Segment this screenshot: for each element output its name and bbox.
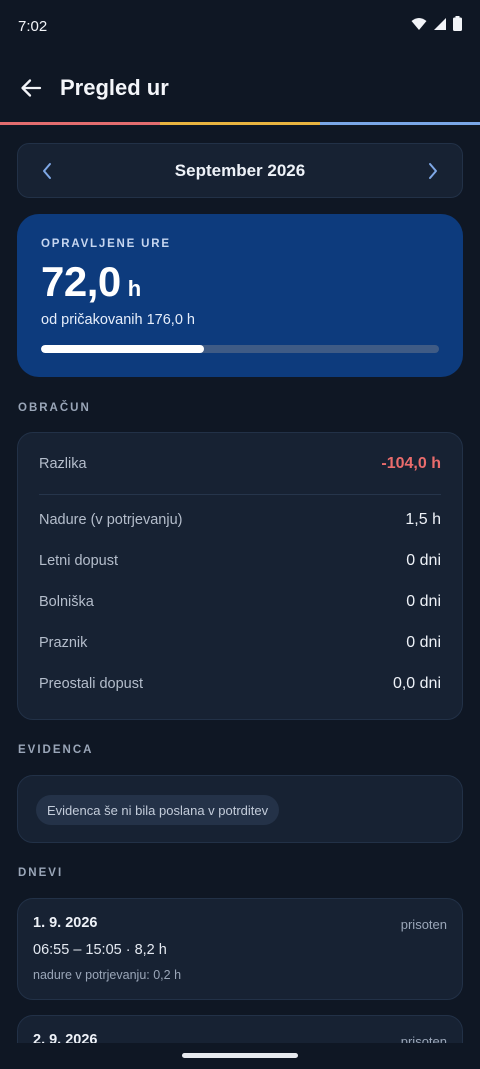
summary-row-difference: Razlika -104,0 h xyxy=(39,455,441,473)
summary-row: Bolniška 0 dni xyxy=(39,593,441,611)
home-indicator[interactable] xyxy=(182,1053,298,1058)
summary-row: Preostali dopust 0,0 dni xyxy=(39,675,441,693)
accent-segment-yellow xyxy=(160,122,320,125)
month-label: September 2026 xyxy=(174,160,306,180)
hours-caption: OPRAVLJENE URE xyxy=(41,238,171,250)
month-selector: September 2026 xyxy=(17,143,463,198)
status-bar: 7:02 xyxy=(0,0,480,52)
summary-value: 1,5 h xyxy=(405,511,441,528)
summary-label: Preostali dopust xyxy=(39,676,143,692)
day-status: prisoten xyxy=(400,917,447,932)
accent-segment-red xyxy=(0,122,160,125)
arrow-left-icon xyxy=(21,79,42,97)
page-title: Pregled ur xyxy=(60,75,169,100)
summary-value: 0 dni xyxy=(406,634,441,651)
chevron-right-icon xyxy=(429,162,437,179)
summary-label: Letni dopust xyxy=(39,553,119,569)
summary-value: 0,0 dni xyxy=(392,675,441,692)
hours-card: OPRAVLJENE URE 72,0 h od pričakovanih 17… xyxy=(17,214,463,377)
summary-value: 0 dni xyxy=(406,552,441,569)
summary-value: -104,0 h xyxy=(381,455,441,472)
divider xyxy=(39,494,441,495)
summary-value: 0 dni xyxy=(406,593,441,610)
section-title-evidenca: EVIDENCA xyxy=(18,744,94,756)
hours-progress-fill xyxy=(41,345,204,353)
signal-icon xyxy=(433,17,447,36)
hours-expected: od pričakovanih 176,0 h xyxy=(41,312,195,328)
previous-month-button[interactable] xyxy=(36,160,58,182)
back-button[interactable] xyxy=(18,75,44,101)
summary-label: Nadure (v potrjevanju) xyxy=(39,512,183,528)
day-card[interactable]: 1. 9. 2026 prisoten 06:55 – 15:05 · 8,2 … xyxy=(17,898,463,1000)
day-time: 06:55 – 15:05 · 8,2 h xyxy=(33,942,167,958)
accent-segment-blue xyxy=(320,122,480,125)
day-date: 1. 9. 2026 xyxy=(33,915,98,931)
battery-icon xyxy=(453,16,462,36)
app-bar: Pregled ur xyxy=(0,60,480,116)
summary-card: Razlika -104,0 h Nadure (v potrjevanju) … xyxy=(17,432,463,720)
hours-progress-bar xyxy=(41,345,439,353)
next-month-button[interactable] xyxy=(422,160,444,182)
summary-row: Praznik 0 dni xyxy=(39,634,441,652)
summary-label: Bolniška xyxy=(39,594,94,610)
day-note: nadure v potrjevanju: 0,2 h xyxy=(33,968,182,982)
summary-label: Praznik xyxy=(39,635,88,651)
status-time: 7:02 xyxy=(18,17,48,35)
evidenca-status-badge: Evidenca še ni bila poslana v potrditev xyxy=(36,795,280,825)
accent-strip xyxy=(0,122,480,125)
section-title-obracun: OBRAČUN xyxy=(18,402,91,414)
summary-label: Razlika xyxy=(39,456,87,472)
hours-unit: h xyxy=(127,276,142,301)
summary-row: Letni dopust 0 dni xyxy=(39,552,441,570)
screen: 7:02 Pregled ur September 2026 OPRAVLJEN… xyxy=(0,0,480,1069)
evidenca-card: Evidenca še ni bila poslana v potrditev xyxy=(17,775,463,843)
wifi-icon xyxy=(411,17,427,36)
section-title-dnevi: DNEVI xyxy=(18,867,64,879)
summary-row: Nadure (v potrjevanju) 1,5 h xyxy=(39,511,441,529)
hours-total: 72,0 h xyxy=(41,258,439,306)
status-icons xyxy=(411,16,462,36)
chevron-left-icon xyxy=(43,162,51,179)
hours-value: 72,0 xyxy=(41,258,121,305)
